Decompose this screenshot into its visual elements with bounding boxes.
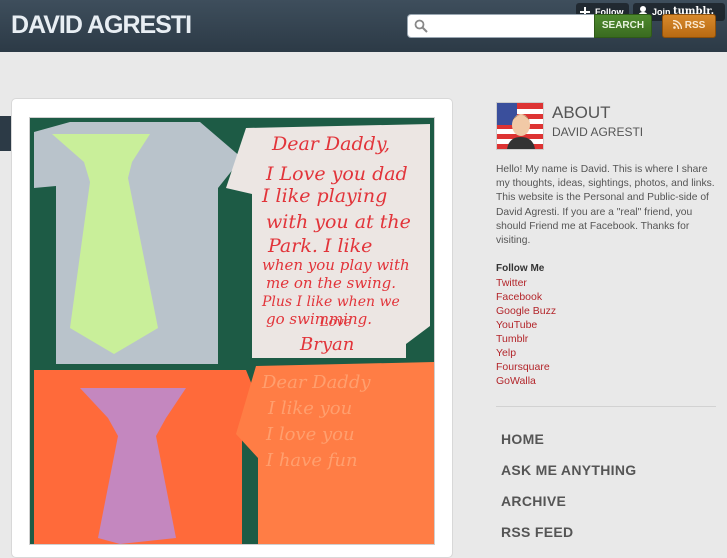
- post-side-tab[interactable]: [0, 116, 11, 151]
- search-box: [407, 14, 595, 38]
- about-title: ABOUT: [552, 103, 611, 122]
- rss-icon: [672, 20, 682, 29]
- nav-archive[interactable]: ARCHIVE: [501, 493, 636, 524]
- follow-link-tumblr[interactable]: Tumblr: [496, 333, 528, 345]
- note-line: go swimming.: [266, 310, 372, 328]
- note-line: with you at the: [266, 211, 411, 233]
- avatar[interactable]: [496, 102, 544, 150]
- follow-link-gowalla[interactable]: GoWalla: [496, 375, 536, 387]
- rss-label: RSS: [684, 20, 706, 31]
- note-line: me on the swing.: [266, 274, 396, 292]
- nav-ask-me-anything[interactable]: ASK ME ANYTHING: [501, 462, 636, 493]
- note-line: Park. I like: [267, 235, 372, 257]
- follow-heading: Follow Me: [496, 263, 545, 274]
- follow-link-google-buzz[interactable]: Google Buzz: [496, 305, 556, 317]
- follow-link-youtube[interactable]: YouTube: [496, 319, 537, 331]
- note-line: Bryan: [299, 334, 354, 355]
- avatar-image: [497, 103, 543, 149]
- note-line: Dear Daddy: [261, 372, 371, 393]
- note-line: I have fun: [265, 450, 358, 471]
- note-line: I love you: [265, 424, 355, 445]
- note-line: when you play with: [262, 256, 410, 274]
- sidebar-divider: [496, 406, 716, 407]
- search-button[interactable]: SEARCH: [594, 14, 652, 38]
- search-input[interactable]: [432, 17, 594, 37]
- sidebar-nav: HOME ASK ME ANYTHING ARCHIVE RSS FEED: [501, 431, 636, 555]
- note-line: Dear Daddy,: [271, 133, 390, 155]
- post-photo[interactable]: Dear Daddy, I Love you dad I like playin…: [29, 117, 435, 545]
- photo-artwork: Dear Daddy, I Love you dad I like playin…: [30, 118, 434, 544]
- follow-link-facebook[interactable]: Facebook: [496, 291, 542, 303]
- note-line: I like you: [267, 398, 352, 419]
- nav-rss-feed[interactable]: RSS FEED: [501, 524, 636, 555]
- follow-link-foursquare[interactable]: Foursquare: [496, 361, 550, 373]
- about-name: DAVID AGRESTI: [552, 125, 644, 139]
- site-title[interactable]: DAVID AGRESTI: [11, 11, 192, 40]
- note-line: Love: [319, 315, 352, 330]
- note-line: I like playing: [261, 185, 387, 207]
- follow-link-yelp[interactable]: Yelp: [496, 347, 516, 359]
- follow-link-twitter[interactable]: Twitter: [496, 277, 527, 289]
- note-line: Plus I like when we: [261, 294, 400, 310]
- nav-home[interactable]: HOME: [501, 431, 636, 462]
- search-icon: [414, 19, 428, 33]
- rss-button[interactable]: RSS: [662, 14, 716, 38]
- follow-links: Twitter Facebook Google Buzz YouTube Tum…: [496, 276, 556, 388]
- about-description: Hello! My name is David. This is where I…: [496, 164, 715, 247]
- note-line: I Love you dad: [265, 163, 408, 185]
